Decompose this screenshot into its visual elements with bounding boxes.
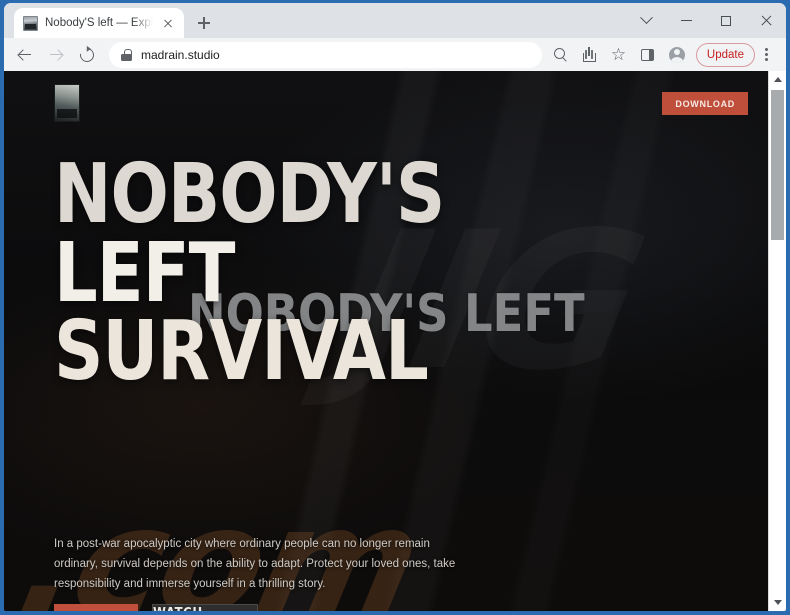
- side-panel-icon[interactable]: [634, 41, 662, 69]
- watch-trailer-button[interactable]: WATCH TRAILER: [152, 604, 258, 611]
- window-controls: [626, 3, 786, 38]
- browser-window: Nobody'S left — Explore, Build a madrain…: [0, 0, 790, 615]
- tab-strip: Nobody'S left — Explore, Build a: [4, 3, 786, 38]
- update-button[interactable]: Update: [695, 42, 755, 67]
- chevron-down-icon[interactable]: [626, 3, 666, 38]
- hero-paragraph: In a post-war apocalyptic city where ord…: [54, 538, 456, 591]
- share-icon[interactable]: [576, 41, 604, 69]
- arrow-left-icon[interactable]: [10, 40, 40, 70]
- url-text: madrain.studio: [141, 47, 220, 62]
- browser-toolbar: madrain.studio Update: [4, 38, 786, 71]
- scroll-up-arrow-icon[interactable]: [769, 71, 786, 88]
- hero-cta-group: DOWNLOAD WATCH TRAILER: [54, 604, 258, 611]
- tab-title: Nobody'S left — Explore, Build a: [45, 17, 153, 29]
- hero-heading-line-2: LEFT: [54, 225, 235, 321]
- three-dot-menu-icon[interactable]: [754, 41, 778, 69]
- tab-active[interactable]: Nobody'S left — Explore, Build a: [14, 8, 184, 38]
- plus-icon[interactable]: [190, 9, 218, 37]
- hero-heading-line-3: SURVIVAL: [54, 304, 429, 400]
- page-scrollbar[interactable]: [768, 71, 786, 611]
- close-icon[interactable]: [160, 15, 176, 31]
- download-button[interactable]: DOWNLOAD: [54, 604, 138, 611]
- profile-avatar-icon[interactable]: [663, 41, 691, 69]
- web-page: JIG .com DOWNLOAD NOBODY'S LEFT NOBODY'S…: [4, 71, 776, 611]
- star-icon[interactable]: [605, 41, 633, 69]
- site-thumbnail-icon: [23, 15, 38, 31]
- hero-section: NOBODY'S LEFT NOBODY'S LEFT SURVIVAL In …: [54, 147, 776, 611]
- search-icon[interactable]: [547, 41, 575, 69]
- site-header: DOWNLOAD: [4, 71, 776, 135]
- header-download-button[interactable]: DOWNLOAD: [662, 91, 748, 115]
- hero-heading-line-1: NOBODY'S: [54, 147, 445, 242]
- reload-icon[interactable]: [72, 40, 102, 70]
- scroll-down-arrow-icon[interactable]: [769, 594, 786, 611]
- site-logo-icon[interactable]: [54, 84, 80, 122]
- close-icon[interactable]: [746, 3, 786, 38]
- page-viewport: JIG .com DOWNLOAD NOBODY'S LEFT NOBODY'S…: [4, 71, 786, 611]
- address-bar[interactable]: madrain.studio: [109, 41, 542, 68]
- update-button-label: Update: [706, 48, 744, 61]
- lock-icon: [121, 48, 132, 61]
- scrollbar-thumb[interactable]: [771, 90, 784, 240]
- arrow-right-icon[interactable]: [41, 40, 71, 70]
- minimize-icon[interactable]: [666, 3, 706, 38]
- maximize-icon[interactable]: [706, 3, 746, 38]
- browser-window-inner: Nobody'S left — Explore, Build a madrain…: [4, 3, 786, 611]
